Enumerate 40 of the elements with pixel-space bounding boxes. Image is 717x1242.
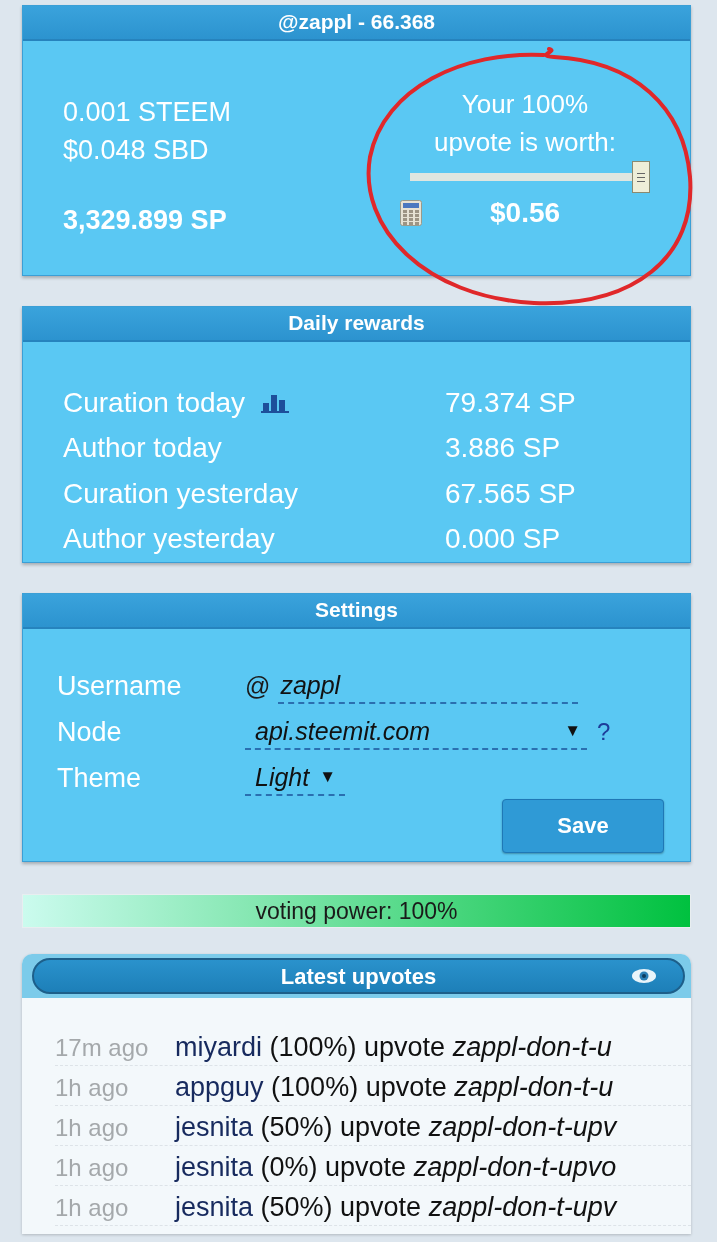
card-header: Settings xyxy=(23,594,690,629)
upvote-worth-label: upvote is worth: xyxy=(433,126,617,159)
vote-description: appguy (100%) upvote zappl-don-t-u xyxy=(175,1072,614,1103)
vote-time: 1h ago xyxy=(55,1074,130,1102)
select-field[interactable]: Light ▼ xyxy=(245,760,345,796)
field-label: Node xyxy=(57,716,123,748)
reward-value: 3.886 SP xyxy=(445,432,561,465)
vote-description: jesnita (0%) upvote zappl-don-t-upvo xyxy=(175,1152,617,1183)
vote-time: 17m ago xyxy=(55,1034,150,1062)
select-field[interactable]: api.steemit.com ▼ xyxy=(245,714,587,750)
vote-time: 1h ago xyxy=(55,1154,130,1182)
reward-label: Author today xyxy=(63,432,222,465)
sbd-balance: $0.048 SBD xyxy=(63,134,210,167)
steem-balance: 0.001 STEEM xyxy=(63,96,233,129)
vote-description: jesnita (50%) upvote zappl-don-t-upv xyxy=(175,1192,617,1223)
upvote-value: $0.56 xyxy=(490,197,561,229)
reward-label: Curation today xyxy=(63,386,246,419)
steem-power: 3,329.899 SP xyxy=(63,204,228,237)
eye-icon[interactable] xyxy=(631,968,657,984)
card-header: @zappl - 66.368 xyxy=(23,6,690,41)
vote-description: miyardi (100%) upvote zappl-don-t-u xyxy=(175,1032,612,1063)
voting-power-label: voting power: 100% xyxy=(254,897,459,926)
vote-description: jesnita (50%) upvote zappl-don-t-upv xyxy=(175,1112,617,1143)
at-sign: @ xyxy=(245,671,271,701)
field-label: Username xyxy=(57,670,183,702)
card-header: Latest upvotes xyxy=(32,958,685,994)
vote-time: 1h ago xyxy=(55,1114,130,1142)
reward-value: 67.565 SP xyxy=(445,477,576,510)
card-header: Daily rewards xyxy=(23,307,690,342)
username-field[interactable]: zappl xyxy=(278,668,579,704)
reward-label: Author yesterday xyxy=(63,523,275,556)
help-link[interactable]: ? xyxy=(597,718,611,746)
calculator-icon[interactable] xyxy=(400,200,422,226)
reward-value: 79.374 SP xyxy=(445,386,576,419)
upvote-worth-label: Your 100% xyxy=(461,88,589,121)
field-label: Theme xyxy=(57,762,143,794)
vote-time: 1h ago xyxy=(55,1194,130,1222)
bar-chart-icon[interactable] xyxy=(261,392,290,413)
reward-label: Curation yesterday xyxy=(63,477,298,510)
reward-value: 0.000 SP xyxy=(445,523,561,556)
